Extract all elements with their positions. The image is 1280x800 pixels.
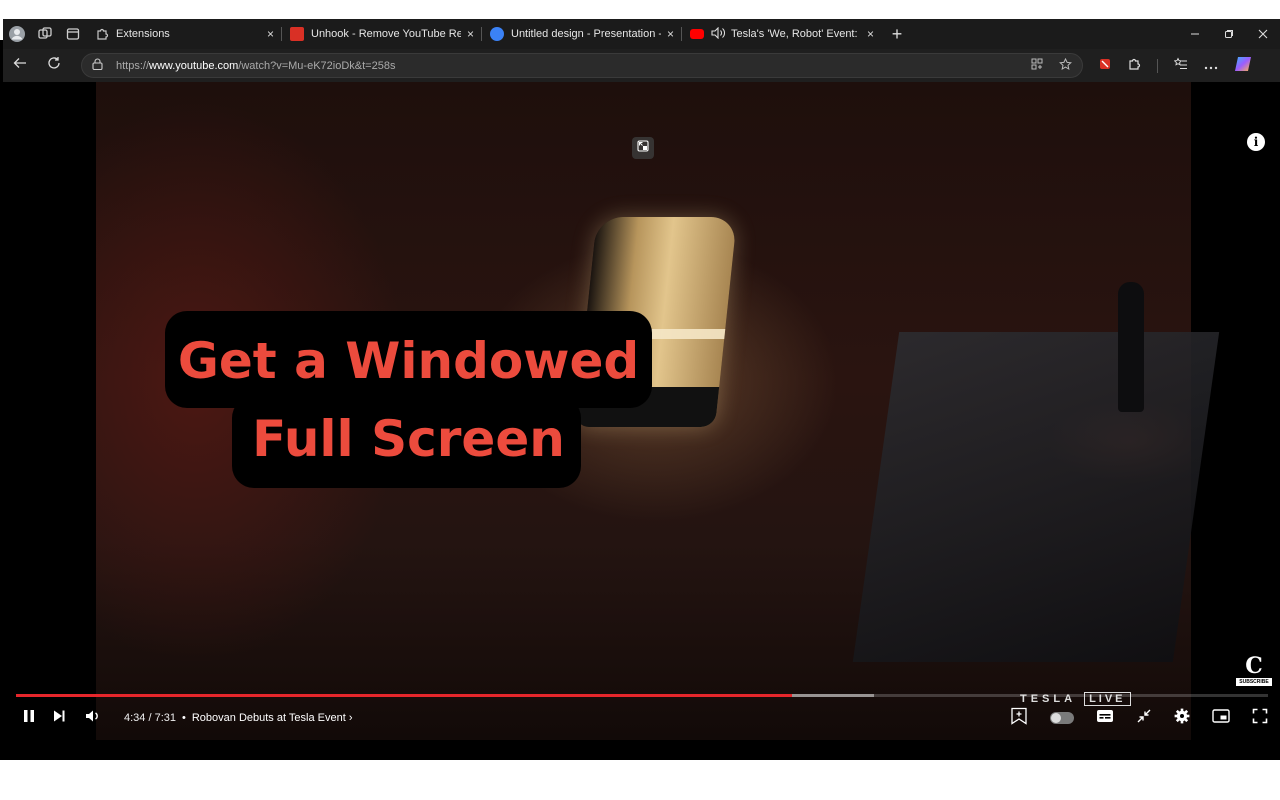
app-available-icon[interactable] bbox=[1031, 58, 1043, 74]
volume-icon[interactable] bbox=[76, 709, 110, 728]
new-tab-button[interactable]: + bbox=[882, 24, 912, 45]
youtube-favicon-icon bbox=[690, 29, 704, 39]
puzzle-icon bbox=[95, 27, 109, 41]
player-right-controls bbox=[1010, 707, 1268, 730]
profile-avatar-icon[interactable] bbox=[3, 19, 31, 49]
tab-tesla-event[interactable]: Tesla's 'We, Robot' Event: Eve × bbox=[682, 19, 882, 49]
save-to-playlist-icon[interactable] bbox=[1010, 707, 1028, 730]
caption-line-1: Get a Windowed bbox=[177, 332, 640, 390]
tab-title: Unhook - Remove YouTube Recor bbox=[311, 28, 461, 40]
tab-actions-icon[interactable] bbox=[59, 19, 87, 49]
restore-icon[interactable] bbox=[1212, 27, 1246, 42]
minimize-icon[interactable] bbox=[1178, 27, 1212, 42]
back-icon[interactable] bbox=[3, 56, 37, 75]
next-icon[interactable] bbox=[42, 709, 76, 728]
caption-overlay: Get a Windowed Full Screen bbox=[165, 322, 652, 478]
tab-audio-icon[interactable] bbox=[711, 26, 725, 42]
toolbar: https://www.youtube.com/watch?v=Mu-eK72i… bbox=[3, 49, 1280, 82]
autoplay-toggle[interactable] bbox=[1050, 712, 1074, 724]
url-path: /watch?v=Mu-eK72ioDk&t=258s bbox=[238, 59, 396, 72]
tab-close-icon[interactable]: × bbox=[861, 27, 874, 41]
unhook-favicon-icon bbox=[290, 27, 304, 41]
tab-close-icon[interactable]: × bbox=[661, 27, 674, 41]
toolbar-divider bbox=[1157, 58, 1158, 73]
refresh-icon[interactable] bbox=[37, 56, 71, 75]
exit-windowed-icon[interactable] bbox=[632, 137, 654, 159]
channel-logo-subscribe: SUBSCRIBE bbox=[1236, 678, 1272, 686]
progress-played bbox=[16, 694, 792, 697]
chapter-separator: • bbox=[182, 712, 186, 724]
tab-title: Extensions bbox=[116, 28, 170, 40]
info-button[interactable]: i bbox=[1247, 133, 1265, 151]
exit-fullscreen-arrows-icon[interactable] bbox=[1136, 708, 1152, 729]
url-scheme: https:// bbox=[116, 59, 150, 72]
tab-strip: Extensions × Unhook - Remove YouTube Rec… bbox=[3, 19, 1280, 49]
canva-favicon-icon bbox=[490, 27, 504, 41]
chapter-title-link[interactable]: Robovan Debuts at Tesla Event › bbox=[192, 712, 353, 724]
subtitles-icon[interactable] bbox=[1096, 709, 1114, 728]
progress-bar[interactable] bbox=[16, 694, 1268, 697]
tab-close-icon[interactable]: × bbox=[461, 27, 474, 41]
extensions-puzzle-icon[interactable] bbox=[1127, 57, 1141, 74]
tab-title: Tesla's 'We, Robot' Event: Eve bbox=[731, 28, 861, 40]
channel-watermark-logo[interactable]: C SUBSCRIBE bbox=[1236, 654, 1272, 688]
tab-title: Untitled design - Presentation - C bbox=[511, 28, 661, 40]
url-host: www.youtube.com bbox=[149, 59, 239, 72]
settings-gear-icon[interactable] bbox=[1174, 708, 1190, 729]
extension-unhook-icon[interactable] bbox=[1099, 58, 1111, 73]
chevron-right-icon: › bbox=[348, 712, 353, 724]
presenter-figure bbox=[1118, 282, 1144, 412]
caption-line-2: Full Screen bbox=[252, 410, 565, 468]
url-text: https://www.youtube.com/watch?v=Mu-eK72i… bbox=[116, 60, 395, 72]
workspaces-icon[interactable] bbox=[31, 19, 59, 49]
tab-extensions[interactable]: Extensions × bbox=[87, 19, 282, 49]
address-bar[interactable]: https://www.youtube.com/watch?v=Mu-eK72i… bbox=[81, 53, 1083, 78]
tab-untitled-design[interactable]: Untitled design - Presentation - C × bbox=[482, 19, 682, 49]
copilot-icon[interactable] bbox=[1234, 55, 1252, 76]
pause-icon[interactable] bbox=[16, 709, 42, 728]
tab-close-icon[interactable]: × bbox=[261, 27, 274, 41]
player-controls: 4:34 / 7:31 • Robovan Debuts at Tesla Ev… bbox=[16, 705, 1268, 731]
stage-ramp bbox=[852, 332, 1220, 662]
more-menu-icon[interactable] bbox=[1204, 58, 1218, 73]
window-controls bbox=[1178, 27, 1280, 42]
tab-unhook[interactable]: Unhook - Remove YouTube Recor × bbox=[282, 19, 482, 49]
favorites-list-icon[interactable] bbox=[1173, 57, 1188, 74]
lock-icon[interactable] bbox=[92, 58, 106, 73]
time-display: 4:34 / 7:31 bbox=[124, 712, 176, 724]
fullscreen-icon[interactable] bbox=[1252, 708, 1268, 729]
channel-logo-letter: C bbox=[1245, 653, 1263, 679]
chapter-title: Robovan Debuts at Tesla Event bbox=[191, 712, 346, 724]
close-window-icon[interactable] bbox=[1246, 27, 1280, 42]
toolbar-extensions bbox=[1099, 55, 1252, 76]
miniplayer-icon[interactable] bbox=[1212, 708, 1230, 728]
favorite-star-icon[interactable] bbox=[1059, 57, 1072, 74]
